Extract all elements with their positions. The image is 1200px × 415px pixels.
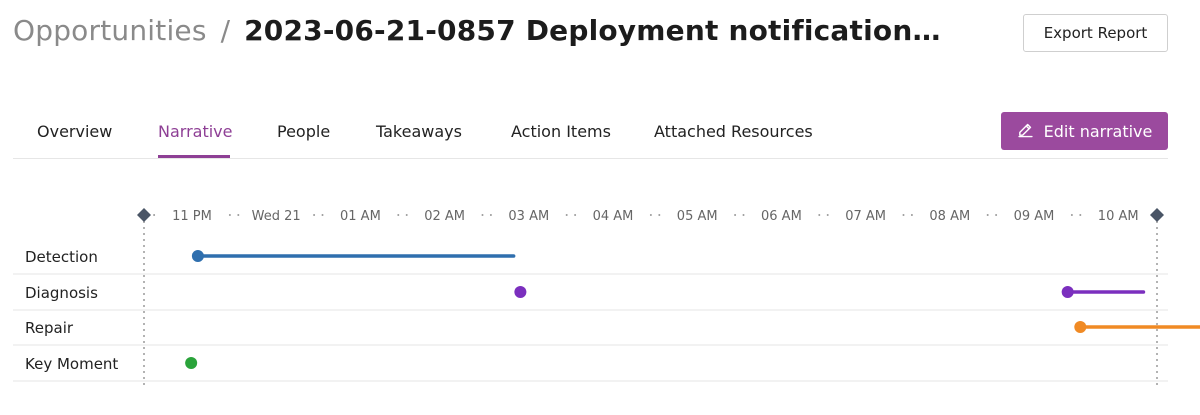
axis-tick-label: 03 AM: [508, 209, 549, 224]
axis-minor-dot: [565, 214, 568, 216]
tab-action-items[interactable]: Action Items: [511, 122, 611, 141]
axis-minor-dot: [910, 214, 913, 216]
axis-minor-dot: [574, 214, 577, 216]
axis-minor-dot: [818, 214, 821, 216]
axis-minor-dot: [405, 214, 408, 216]
axis-minor-dot: [902, 214, 905, 216]
active-tab-indicator: [158, 155, 230, 158]
axis-minor-dot: [1070, 214, 1073, 216]
breadcrumb-separator: /: [220, 14, 231, 47]
axis-minor-dot: [489, 214, 492, 216]
axis-minor-dot: [734, 214, 737, 216]
axis-tick-label: 04 AM: [593, 209, 634, 224]
tab-people[interactable]: People: [277, 122, 330, 141]
axis-minor-dot: [313, 214, 316, 216]
axis-tick-label: 09 AM: [1014, 209, 1055, 224]
narrative-timeline: Detection Diagnosis Repair Key Moment 11…: [0, 195, 1200, 395]
timeline-chart: 11 PM Wed 21 01 AM 02 AM 03 AM 04 AM 05 AM 06 A…: [13, 208, 1200, 385]
export-report-button[interactable]: Export Report: [1023, 14, 1168, 52]
axis-minor-dot: [826, 214, 829, 216]
axis-minor-dot: [397, 214, 400, 216]
event-marker: [514, 286, 527, 298]
axis-minor-dot: [658, 214, 661, 216]
axis-tick-label: 02 AM: [424, 209, 465, 224]
axis-tick-label: 08 AM: [929, 209, 970, 224]
axis-minor-dot: [228, 214, 231, 216]
axis-tick-label: 01 AM: [340, 209, 381, 224]
axis-minor-dot: [237, 214, 240, 216]
axis-tick-label: 10 AM: [1098, 209, 1139, 224]
axis-minor-dot: [153, 214, 156, 216]
axis-minor-dot: [1079, 214, 1082, 216]
tab-attached-resources[interactable]: Attached Resources: [654, 122, 813, 141]
axis-minor-dot: [986, 214, 989, 216]
range-start-diamond-icon: [137, 208, 151, 222]
axis-minor-dot: [481, 214, 484, 216]
axis-tick-label: 05 AM: [677, 209, 718, 224]
event-marker: [191, 250, 204, 262]
edit-narrative-button[interactable]: Edit narrative: [1001, 112, 1168, 150]
axis-tick-label: 06 AM: [761, 209, 802, 224]
page-title: 2023-06-21-0857 Deployment notifications…: [244, 14, 945, 47]
breadcrumb-opportunities-link[interactable]: Opportunities: [13, 14, 207, 47]
event-marker: [1074, 321, 1087, 333]
axis-tick-label: Wed 21: [252, 209, 301, 224]
event-marker: [1061, 286, 1074, 298]
axis-minor-dot: [649, 214, 652, 216]
axis-minor-dot: [995, 214, 998, 216]
tab-takeaways[interactable]: Takeaways: [376, 122, 462, 141]
edit-narrative-label: Edit narrative: [1043, 121, 1153, 141]
axis-tick-label: 11 PM: [172, 209, 212, 224]
range-end-diamond-icon: [1150, 208, 1164, 222]
tab-narrative[interactable]: Narrative: [158, 122, 232, 141]
axis-tick-label: 07 AM: [845, 209, 886, 224]
axis-minor-dot: [321, 214, 324, 216]
tab-bar: Overview Narrative People Takeaways Acti…: [13, 110, 1168, 159]
tab-overview[interactable]: Overview: [37, 122, 112, 141]
event-marker: [185, 357, 198, 369]
breadcrumb: Opportunities / 2023-06-21-0857 Deployme…: [13, 14, 944, 47]
pencil-icon: [1017, 121, 1034, 142]
axis-minor-dot: [742, 214, 745, 216]
